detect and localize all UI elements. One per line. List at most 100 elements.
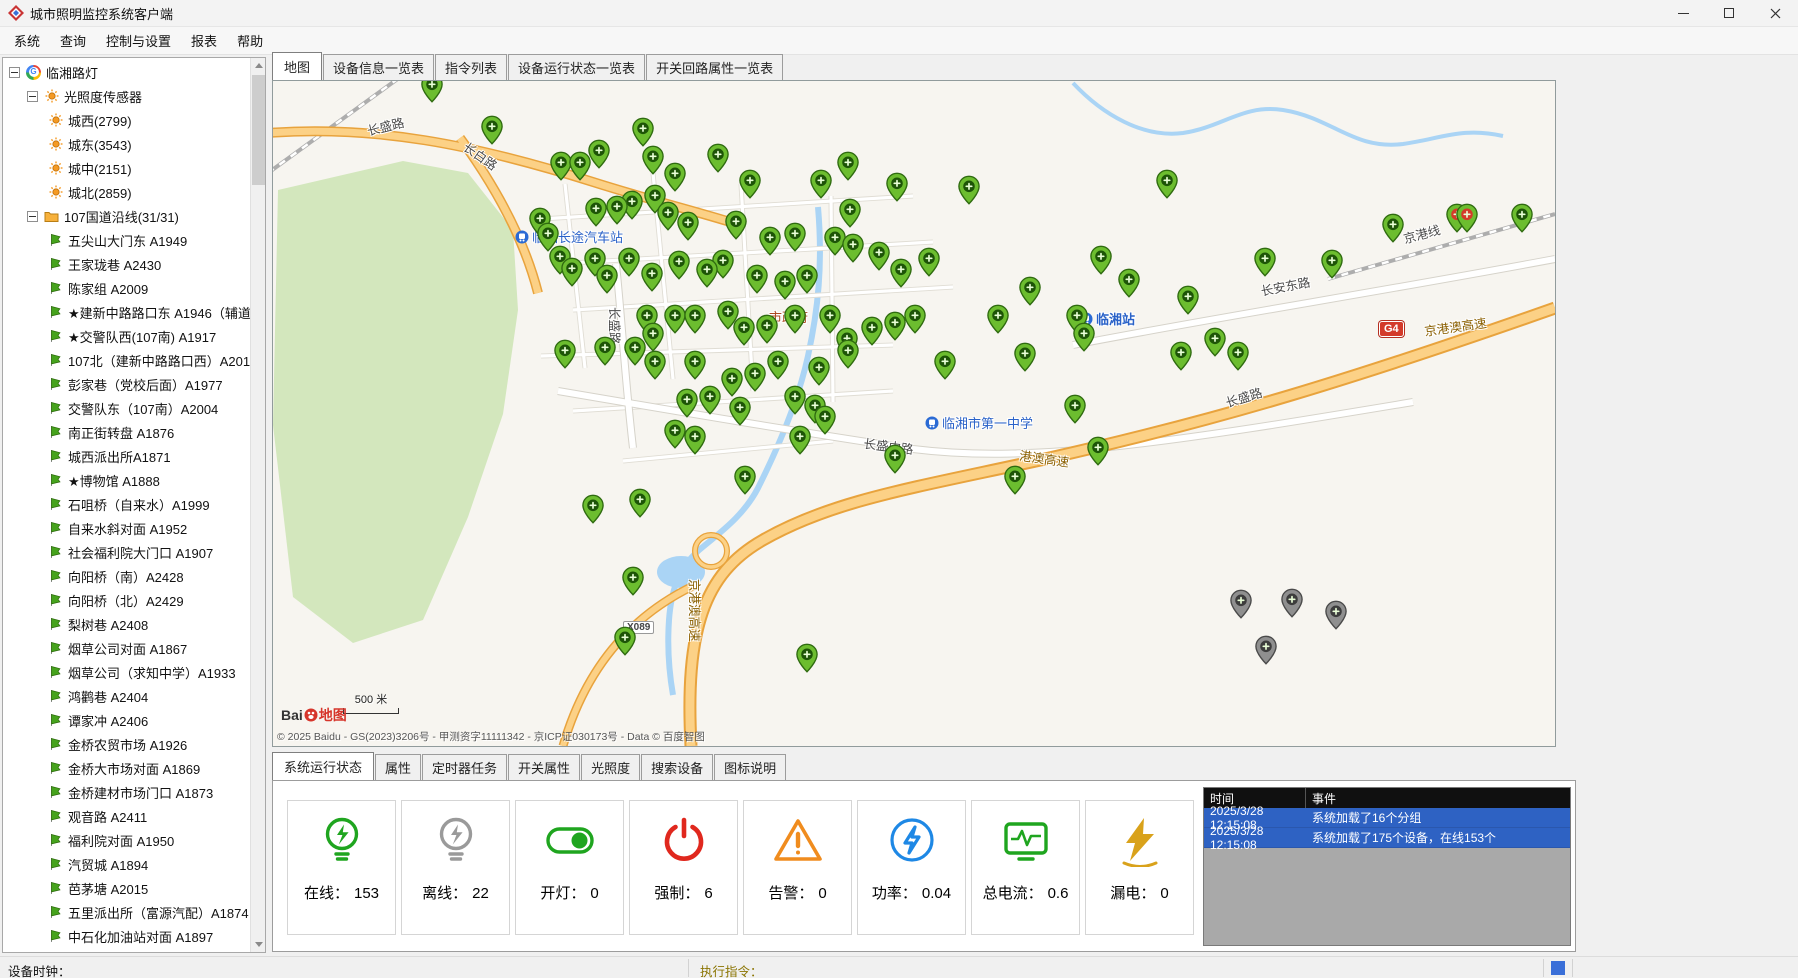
device-pin[interactable] xyxy=(958,175,980,205)
device-pin[interactable] xyxy=(934,350,956,380)
device-pin[interactable] xyxy=(884,444,906,474)
device-pin[interactable] xyxy=(1511,203,1533,233)
device-pin[interactable] xyxy=(1019,276,1041,306)
device-pin[interactable] xyxy=(1382,213,1404,243)
tree-device-22[interactable]: 金桥大市场对面 A1869 xyxy=(3,756,250,780)
device-pin[interactable] xyxy=(721,367,743,397)
tree-device-16[interactable]: 梨树巷 A2408 xyxy=(3,612,250,636)
tree-sensor-3[interactable]: 城北(2859) xyxy=(3,180,250,204)
tree-root[interactable]: G临湘路灯 xyxy=(3,60,250,84)
device-pin[interactable] xyxy=(596,264,618,294)
device-pin[interactable] xyxy=(884,311,906,341)
device-pin[interactable] xyxy=(585,197,607,227)
device-pin[interactable] xyxy=(1255,635,1277,665)
device-pin[interactable] xyxy=(642,145,664,175)
device-pin[interactable] xyxy=(767,350,789,380)
device-pin[interactable] xyxy=(904,304,926,334)
tree-device-11[interactable]: 石咀桥（自来水）A1999 xyxy=(3,492,250,516)
maximize-button[interactable] xyxy=(1706,0,1752,26)
device-pin[interactable] xyxy=(1321,249,1343,279)
device-pin[interactable] xyxy=(624,336,646,366)
device-pin[interactable] xyxy=(1087,436,1109,466)
tree-device-25[interactable]: 福利院对面 A1950 xyxy=(3,828,250,852)
device-pin[interactable] xyxy=(756,314,778,344)
device-pin[interactable] xyxy=(684,425,706,455)
device-pin[interactable] xyxy=(696,258,718,288)
tree-device-19[interactable]: 鸿鹳巷 A2404 xyxy=(3,684,250,708)
tree-device-8[interactable]: 南正街转盘 A1876 xyxy=(3,420,250,444)
tree-device-18[interactable]: 烟草公司（求知中学）A1933 xyxy=(3,660,250,684)
map-tab-2[interactable]: 指令列表 xyxy=(435,54,507,80)
device-pin[interactable] xyxy=(606,195,628,225)
device-pin[interactable] xyxy=(739,169,761,199)
device-pin[interactable] xyxy=(618,247,640,277)
device-pin[interactable] xyxy=(759,226,781,256)
device-pin[interactable] xyxy=(1004,465,1026,495)
tree-device-5[interactable]: 107北（建新中路路口西）A2014 xyxy=(3,348,250,372)
map-tab-3[interactable]: 设备运行状态一览表 xyxy=(508,54,645,80)
device-pin[interactable] xyxy=(725,210,747,240)
collapse-toggle-icon[interactable] xyxy=(9,67,20,78)
tree-device-2[interactable]: 陈家组 A2009 xyxy=(3,276,250,300)
device-pin[interactable] xyxy=(677,211,699,241)
tree-device-14[interactable]: 向阳桥（南）A2428 xyxy=(3,564,250,588)
device-pin[interactable] xyxy=(886,172,908,202)
device-pin[interactable] xyxy=(1177,285,1199,315)
device-pin[interactable] xyxy=(588,139,610,169)
device-pin[interactable] xyxy=(839,198,861,228)
tree-device-29[interactable]: 中石化加油站对面 A1897 xyxy=(3,924,250,948)
tree-sensor-1[interactable]: 城东(3543) xyxy=(3,132,250,156)
tree-device-13[interactable]: 社会福利院大门口 A1907 xyxy=(3,540,250,564)
device-pin[interactable] xyxy=(1090,245,1112,275)
tree-group-sensors[interactable]: 光照度传感器 xyxy=(3,84,250,108)
tree-device-0[interactable]: 五尖山大门东 A1949 xyxy=(3,228,250,252)
scroll-up-icon[interactable] xyxy=(251,58,266,73)
event-row[interactable]: 2025/3/28 12:15:08系统加载了175个设备，在线153个 xyxy=(1204,828,1570,848)
tree-group-road107[interactable]: 107国道沿线(31/31) xyxy=(3,204,250,228)
device-pin[interactable] xyxy=(664,162,686,192)
device-pin[interactable] xyxy=(676,388,698,418)
device-pin[interactable] xyxy=(1014,342,1036,372)
device-pin[interactable] xyxy=(707,143,729,173)
bottom-tab-1[interactable]: 属性 xyxy=(375,754,421,780)
device-pin[interactable] xyxy=(632,117,654,147)
menu-item-4[interactable]: 帮助 xyxy=(227,26,273,55)
bottom-tab-6[interactable]: 图标说明 xyxy=(714,754,786,780)
device-pin[interactable] xyxy=(1456,203,1478,233)
device-pin[interactable] xyxy=(784,304,806,334)
device-pin[interactable] xyxy=(842,233,864,263)
device-pin[interactable] xyxy=(664,419,686,449)
device-pin[interactable] xyxy=(1254,247,1276,277)
tree-device-28[interactable]: 五里派出所（富源汽配）A1874 xyxy=(3,900,250,924)
device-pin[interactable] xyxy=(622,566,644,596)
device-pin[interactable] xyxy=(733,316,755,346)
tree-device-7[interactable]: 交警队东（107南）A2004 xyxy=(3,396,250,420)
device-pin[interactable] xyxy=(987,304,1009,334)
device-pin[interactable] xyxy=(1204,327,1226,357)
device-pin[interactable] xyxy=(734,465,756,495)
device-pin[interactable] xyxy=(810,169,832,199)
device-pin[interactable] xyxy=(774,270,796,300)
tree-device-23[interactable]: 金桥建材市场门口 A1873 xyxy=(3,780,250,804)
device-pin[interactable] xyxy=(837,151,859,181)
device-pin[interactable] xyxy=(1325,600,1347,630)
device-pin[interactable] xyxy=(837,339,859,369)
device-pin[interactable] xyxy=(684,304,706,334)
device-pin[interactable] xyxy=(668,250,690,280)
device-pin[interactable] xyxy=(421,80,443,103)
map-tab-1[interactable]: 设备信息一览表 xyxy=(323,54,434,80)
device-pin[interactable] xyxy=(746,264,768,294)
scroll-thumb[interactable] xyxy=(252,75,265,185)
map-canvas[interactable]: 长盛路长白路长安东路京港线京港澳高速长盛中路长盛路长盛路港澳高速京港澳高速临湘长… xyxy=(272,80,1556,747)
device-pin[interactable] xyxy=(784,222,806,252)
tree-device-26[interactable]: 汽贸城 A1894 xyxy=(3,852,250,876)
minimize-button[interactable] xyxy=(1660,0,1706,26)
device-pin[interactable] xyxy=(796,643,818,673)
device-pin[interactable] xyxy=(1118,268,1140,298)
device-pin[interactable] xyxy=(582,494,604,524)
tree-device-9[interactable]: 城西派出所A1871 xyxy=(3,444,250,468)
tree-device-27[interactable]: 芭茅塘 A2015 xyxy=(3,876,250,900)
tree-device-17[interactable]: 烟草公司对面 A1867 xyxy=(3,636,250,660)
collapse-toggle-icon[interactable] xyxy=(27,211,38,222)
tree-sensor-0[interactable]: 城西(2799) xyxy=(3,108,250,132)
